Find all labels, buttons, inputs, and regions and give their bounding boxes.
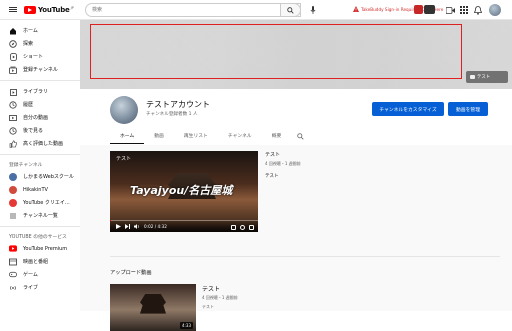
list-icon [9,212,17,220]
subscriptions-icon [9,66,17,74]
sidebar-divider [0,154,80,155]
mic-icon[interactable] [307,4,319,16]
subscriptions-heading: 登録チャンネル [9,163,43,168]
sidebar-item-gaming[interactable]: ゲーム [0,268,80,281]
explore-icon [9,39,17,48]
uploads-heading[interactable]: アップロード動画 [110,269,152,276]
apps-icon[interactable] [458,4,470,16]
watch-later-icon [9,126,17,135]
youtube-logo[interactable]: YouTube JP [24,5,74,14]
volume-icon[interactable] [134,223,140,229]
premium-icon [9,245,17,253]
sidebar-item-subscriptions[interactable]: 登録チャンネル [0,63,80,76]
library-icon [9,88,17,96]
banner-highlight-box [90,24,462,79]
featured-video-title: テスト [116,156,132,162]
settings-icon[interactable] [240,225,245,230]
channel-search-icon[interactable] [295,131,305,141]
sidebar-item-history[interactable]: 履歴 [0,98,80,111]
banner-customize-button[interactable]: テスト [466,71,508,83]
sidebar-item-library[interactable]: ライブラリ [0,85,80,98]
notifications-icon[interactable] [472,4,484,16]
create-video-icon[interactable] [444,4,456,16]
sidebar-sub-2[interactable]: YouTube クリエイ... [0,196,80,209]
camera-icon [470,75,475,79]
featured-video-player[interactable]: テスト Tayajyou/名古屋城 0:02 / 4:32 [110,151,258,232]
extension-icon[interactable] [414,5,423,14]
shorts-icon [9,52,17,61]
home-icon [9,27,17,35]
tab-channels[interactable]: チャンネル [218,127,262,144]
channel-name: テストアカウント [146,100,210,109]
video-duration: 4:33 [180,322,193,329]
video-controls-right [231,225,254,230]
sidebar-item-watch-later[interactable]: 後で見る [0,124,80,137]
subscriber-count: チャンネル登録者数 1 人 [146,112,198,117]
sidebar-sub-1[interactable]: HikakinTV [0,183,80,196]
history-icon [9,100,17,109]
main-content: テスト テストアカウント チャンネル登録者数 1 人 チャンネルをカスタマイズ … [80,20,512,331]
channel-header: テストアカウント チャンネル登録者数 1 人 チャンネルをカスタマイズ 動画を管… [80,89,512,145]
video-time: 0:02 / 4:32 [144,223,167,229]
sidebar-item-liked[interactable]: 高く評価した動画 [0,137,80,150]
gaming-icon [9,271,17,279]
channel-avatar[interactable] [110,96,138,124]
featured-video-overlay-text: Tayajyou/名古屋城 [130,184,233,197]
sidebar-item-premium[interactable]: YouTube Premium [0,242,80,255]
featured-meta-description: テスト [265,174,279,179]
sidebar-item-explore[interactable]: 探索 [0,37,80,50]
play-icon[interactable] [116,223,121,229]
section-divider [110,256,500,257]
sidebar-item-live[interactable]: ライブ [0,281,80,294]
extension-toggle-icon[interactable] [424,5,435,14]
channel-banner: テスト [80,20,512,89]
featured-video-meta: テスト 4 回視聴・1 週間前 テスト [265,151,301,179]
sidebar-divider [0,80,80,81]
sidebar-divider [0,226,80,227]
sidebar: ホーム 探索 ショート 登録チャンネル ライブラリ 履歴 自分の動画 後で見る … [0,20,80,311]
sidebar-item-movies[interactable]: 映画と番組 [0,255,80,268]
menu-icon[interactable] [4,1,22,19]
upload-meta: テスト 4 回視聴・1 週間前 テスト [202,284,238,310]
services-heading: YOUTUBE の他のサービス [9,235,67,240]
channel-avatar [9,172,17,181]
tab-about[interactable]: 概要 [262,127,292,144]
youtube-play-icon [24,5,36,14]
castle-image [140,294,166,314]
manage-videos-button[interactable]: 動画を管理 [448,102,488,116]
search-icon [287,6,294,14]
sidebar-item-channel-list[interactable]: チャンネル一覧 [0,209,80,222]
fullscreen-icon[interactable] [249,225,254,230]
channel-avatar [9,185,17,194]
live-icon [9,284,17,292]
logo-region: JP [70,5,74,10]
search-input[interactable]: 検索 [85,3,301,17]
customize-channel-button[interactable]: チャンネルをカスタマイズ [372,102,444,116]
channel-tabs: ホーム 動画 再生リスト チャンネル 概要 [110,127,305,144]
subtitles-icon[interactable] [231,225,236,230]
search-button[interactable] [280,3,301,17]
sidebar-item-home[interactable]: ホーム [0,24,80,37]
featured-meta-title[interactable]: テスト [265,151,301,158]
featured-meta-views: 4 回視聴・1 週間前 [265,161,301,166]
upload-views: 4 回視聴・1 週間前 [202,295,238,300]
tab-videos[interactable]: 動画 [144,127,174,144]
tab-playlists[interactable]: 再生リスト [174,127,218,144]
upload-channel[interactable]: テスト [202,304,238,310]
sidebar-item-shorts[interactable]: ショート [0,50,80,63]
next-icon[interactable] [125,223,130,229]
logo-text: YouTube [38,5,70,14]
tab-home[interactable]: ホーム [110,127,145,144]
youtube-creators-avatar [9,198,17,207]
movies-icon [9,258,17,266]
warning-icon [353,6,359,12]
your-videos-icon [9,114,17,122]
liked-icon [9,139,17,148]
upload-thumbnail[interactable]: 4:33 [110,284,196,331]
sidebar-item-your-videos[interactable]: 自分の動画 [0,111,80,124]
sidebar-sub-0[interactable]: しかまるWebスクール [0,170,80,183]
account-avatar[interactable] [489,4,501,16]
upload-title[interactable]: テスト [202,284,238,293]
